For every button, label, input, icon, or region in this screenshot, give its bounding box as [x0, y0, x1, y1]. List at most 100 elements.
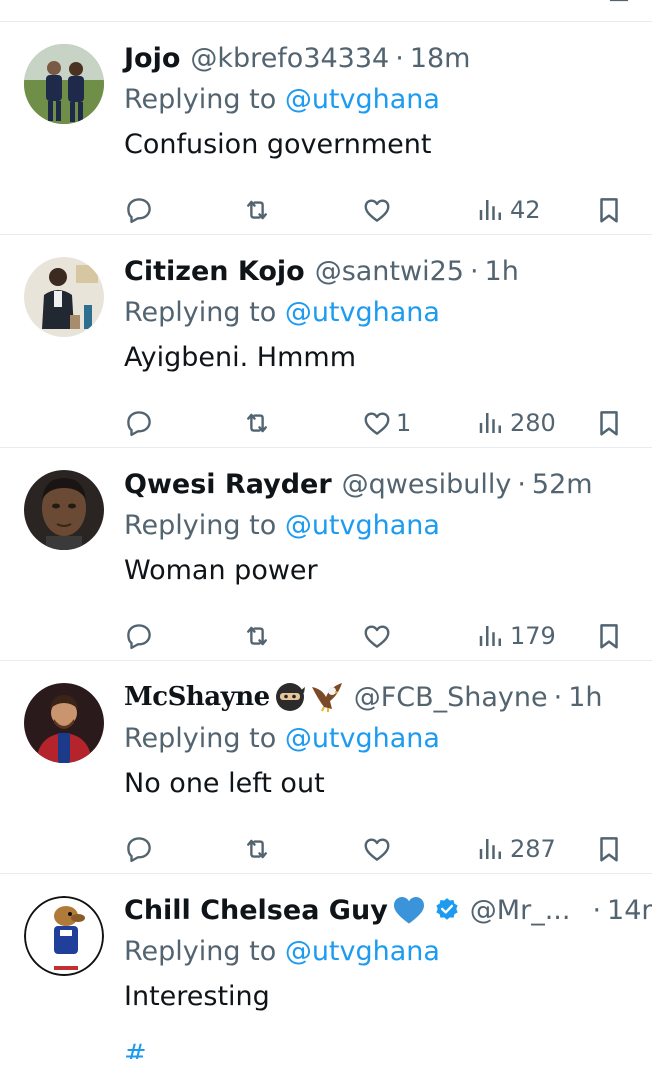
like-button[interactable]	[362, 190, 396, 230]
share-icon[interactable]	[608, 0, 630, 6]
eagle-icon	[311, 683, 342, 712]
display-name[interactable]: Jojo	[124, 43, 180, 74]
reply-text: Ayigbeni. Hmmm	[124, 342, 356, 373]
reply-item[interactable]: Citizen Kojo @santwi25 · 1h Replying to …	[0, 235, 652, 448]
reply-text: Interesting	[124, 981, 270, 1012]
mention-link[interactable]: @utvghana	[285, 297, 440, 328]
timestamp[interactable]: 1h	[485, 256, 519, 287]
reply-item[interactable]: Qwesi Rayder @qwesibully · 52m Replying …	[0, 448, 652, 661]
reply-item[interactable]: McShayne @FCB_Shayne · 1h Replying to @u…	[0, 661, 652, 874]
mention-link[interactable]: @utvghana	[285, 510, 440, 541]
mention-link[interactable]: @utvghana	[285, 84, 440, 115]
like-button[interactable]: 1	[362, 403, 411, 443]
reply-item[interactable]: Chill Chelsea Guy @Mr_... · 14m Rep	[0, 874, 652, 1071]
reply-text: Woman power	[124, 555, 318, 586]
display-name[interactable]: Qwesi Rayder	[124, 469, 332, 500]
verified-badge[interactable]	[434, 897, 460, 923]
reply-header: Jojo @kbrefo34334 · 18m	[124, 38, 646, 78]
repost-icon	[247, 200, 267, 220]
bookmark-icon	[600, 837, 618, 862]
bookmark-button[interactable]	[594, 616, 624, 656]
replies-feed: Jojo @kbrefo34334 · 18m Replying to @utv…	[0, 0, 652, 1071]
separator-dot: ·	[469, 255, 479, 287]
user-handle[interactable]: @santwi25	[315, 256, 464, 287]
reply-icon	[127, 624, 151, 650]
mention-link[interactable]: @utvghana	[285, 723, 440, 754]
avatar[interactable]	[24, 896, 104, 976]
replying-to-label: Replying to	[124, 297, 277, 328]
user-handle[interactable]: @Mr_...	[470, 895, 571, 926]
reply-icon	[127, 837, 151, 863]
heart-icon	[364, 838, 390, 861]
action-bar: 179	[124, 616, 646, 656]
heart-icon	[364, 412, 390, 435]
reply-button[interactable]	[124, 829, 154, 869]
mention-link[interactable]: @utvghana	[285, 936, 440, 967]
like-count: 1	[396, 409, 412, 437]
user-handle[interactable]: @kbrefo34334	[190, 43, 389, 74]
ninja-emoji	[274, 681, 306, 713]
reply-text: Confusion government	[124, 129, 432, 160]
repost-button[interactable]	[242, 190, 272, 230]
reply-item[interactable]: Jojo @kbrefo34334 · 18m Replying to @utv…	[0, 22, 652, 235]
replying-to-line: Replying to @utvghana	[124, 291, 646, 335]
like-button[interactable]	[362, 616, 396, 656]
replying-to-line: Replying to @utvghana	[124, 504, 646, 548]
views-button[interactable]: 42	[476, 190, 541, 230]
views-button[interactable]: 287	[476, 829, 556, 869]
blue-heart-icon	[393, 897, 424, 924]
view-count: 287	[510, 835, 556, 863]
reply-button[interactable]	[124, 616, 154, 656]
user-handle[interactable]: @FCB_Shayne	[354, 682, 548, 713]
blue-heart-emoji	[392, 895, 426, 925]
replying-to-label: Replying to	[124, 84, 277, 115]
timestamp[interactable]: 14m	[607, 895, 652, 926]
timestamp[interactable]: 18m	[410, 43, 471, 74]
reply-header: Qwesi Rayder @qwesibully · 52m	[124, 464, 646, 504]
separator-dot: ·	[592, 894, 602, 926]
user-handle[interactable]: @qwesibully	[342, 469, 512, 500]
hashtag-line-partial[interactable]: #...	[124, 1039, 172, 1059]
bookmark-icon	[600, 624, 618, 649]
timestamp[interactable]: 52m	[532, 469, 593, 500]
heart-icon	[364, 625, 390, 648]
action-bar: 1 280	[124, 403, 646, 443]
bookmark-button[interactable]	[594, 190, 624, 230]
reply-icon	[127, 198, 151, 224]
repost-button[interactable]	[242, 616, 272, 656]
avatar[interactable]	[24, 44, 104, 124]
action-bar: 42	[124, 190, 646, 230]
replying-to-label: Replying to	[124, 723, 277, 754]
repost-button[interactable]	[242, 829, 272, 869]
views-button[interactable]: 179	[476, 616, 556, 656]
views-button[interactable]: 280	[476, 403, 556, 443]
bookmark-button[interactable]	[594, 403, 624, 443]
repost-button[interactable]	[242, 403, 272, 443]
repost-icon	[247, 626, 267, 646]
separator-dot: ·	[517, 468, 526, 500]
reply-icon	[127, 411, 151, 437]
reply-button[interactable]	[124, 190, 154, 230]
avatar[interactable]	[24, 257, 104, 337]
view-count: 179	[510, 622, 556, 650]
reply-button[interactable]	[124, 403, 154, 443]
replying-to-line: Replying to @utvghana	[124, 930, 646, 974]
views-icon	[479, 839, 501, 859]
display-name[interactable]: Citizen Kojo	[124, 256, 305, 287]
display-name[interactable]: Chill Chelsea Guy	[124, 895, 388, 926]
like-button[interactable]	[362, 829, 396, 869]
action-bar: 287	[124, 829, 646, 869]
display-name[interactable]: McShayne	[124, 682, 270, 712]
views-icon	[479, 626, 501, 646]
reply-text: No one left out	[124, 768, 325, 799]
ninja-icon	[275, 683, 305, 711]
timestamp[interactable]: 1h	[568, 682, 602, 713]
separator-dot: ·	[395, 42, 404, 74]
avatar[interactable]	[24, 470, 104, 550]
bookmark-button[interactable]	[594, 829, 624, 869]
views-icon	[479, 200, 501, 220]
previous-reply-edge	[0, 0, 652, 22]
avatar[interactable]	[24, 683, 104, 763]
separator-dot: ·	[553, 681, 563, 713]
eagle-emoji	[310, 681, 344, 713]
